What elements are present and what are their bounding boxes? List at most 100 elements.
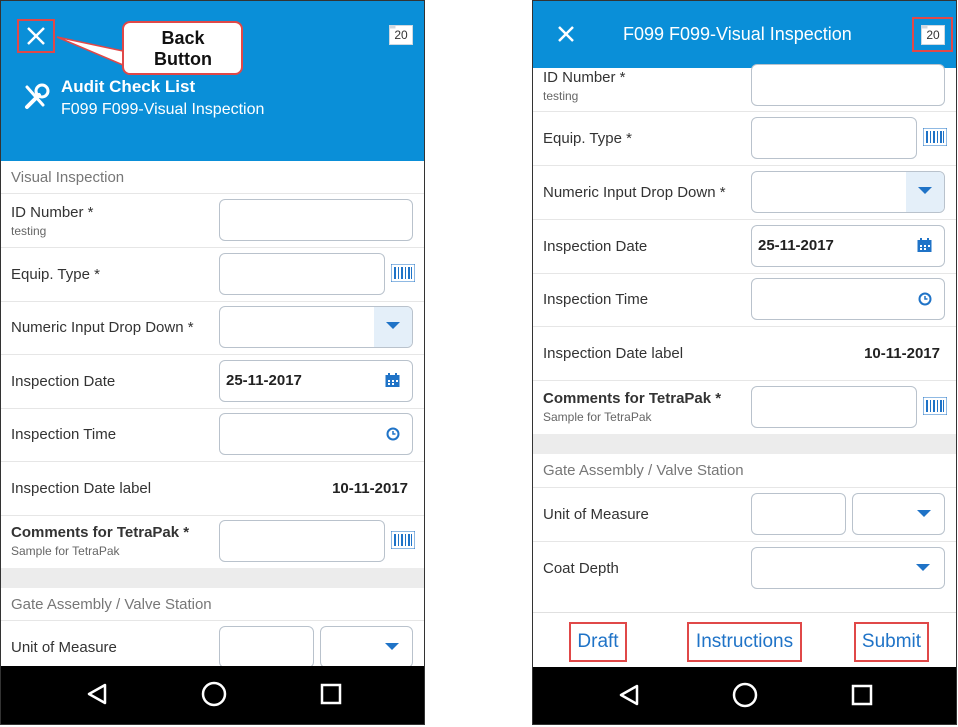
- draft-highlight: [569, 622, 627, 662]
- inspection-date-input[interactable]: 25-11-2017: [751, 225, 945, 267]
- clock-icon[interactable]: [386, 427, 400, 441]
- inspection-date-label-label: Inspection Date label: [11, 480, 152, 497]
- row-comments: Comments for TetraPak * Sample for Tetra…: [1, 515, 424, 568]
- android-nav-bar: [533, 667, 956, 724]
- section-title: Gate Assembly / Valve Station: [543, 462, 744, 479]
- row-inspection-date: Inspection Date 25-11-2017: [533, 220, 956, 274]
- inspection-date-label: Inspection Date: [543, 238, 648, 255]
- back-nav-icon[interactable]: [85, 682, 109, 706]
- numeric-dropdown-label: Numeric Input Drop Down *: [11, 319, 194, 336]
- equip-type-input[interactable]: [751, 117, 917, 159]
- inspection-date-input[interactable]: 25-11-2017: [219, 360, 413, 402]
- action-bar: Draft Instructions Submit: [533, 612, 956, 670]
- id-number-sub: testing: [11, 224, 47, 238]
- comments-sub: Sample for TetraPak: [11, 544, 120, 558]
- row-id-number: ID Number * testing: [533, 64, 956, 112]
- inspection-date-value: 25-11-2017: [758, 237, 834, 254]
- dropdown-arrow-icon: [917, 510, 931, 517]
- row-numeric-dropdown: Numeric Input Drop Down *: [533, 166, 956, 220]
- barcode-icon[interactable]: [923, 128, 947, 146]
- comments-input[interactable]: [751, 386, 917, 428]
- row-inspection-time: Inspection Time: [1, 408, 424, 462]
- barcode-icon[interactable]: [391, 264, 415, 282]
- clock-icon[interactable]: [918, 292, 932, 306]
- row-equip-type: Equip. Type *: [1, 248, 424, 302]
- inspection-time-label: Inspection Time: [11, 426, 117, 443]
- numeric-dropdown-label: Numeric Input Drop Down *: [543, 184, 726, 201]
- comments-label: Comments for TetraPak *: [543, 390, 722, 407]
- recents-nav-icon[interactable]: [851, 684, 873, 706]
- unit-of-measure-input[interactable]: [219, 626, 314, 668]
- unit-of-measure-label: Unit of Measure: [11, 639, 117, 656]
- comments-label: Comments for TetraPak *: [11, 524, 190, 541]
- id-number-label: ID Number *: [543, 69, 626, 86]
- back-nav-icon[interactable]: [617, 683, 641, 707]
- equip-type-label: Equip. Type *: [543, 130, 632, 147]
- inspection-date-label: Inspection Date: [11, 373, 116, 390]
- instructions-highlight: [687, 622, 802, 662]
- section-separator: [533, 434, 956, 454]
- badge-count: 20: [394, 28, 408, 42]
- row-numeric-dropdown: Numeric Input Drop Down *: [1, 301, 424, 355]
- comments-sub: Sample for TetraPak: [543, 410, 652, 424]
- equip-type-label: Equip. Type *: [11, 266, 100, 283]
- calendar-icon[interactable]: [917, 238, 932, 253]
- back-button-callout: Back Button: [122, 21, 243, 75]
- inspection-date-value: 25-11-2017: [226, 372, 302, 389]
- folder-badge[interactable]: 20: [389, 25, 413, 45]
- section-visual-inspection: Visual Inspection: [1, 161, 424, 194]
- recents-nav-icon[interactable]: [320, 683, 342, 705]
- id-number-input[interactable]: [751, 64, 945, 106]
- unit-of-measure-select[interactable]: [320, 626, 413, 668]
- numeric-dropdown-select[interactable]: [219, 306, 413, 348]
- dropdown-arrow-icon: [916, 564, 930, 571]
- callout-text: Back Button: [154, 28, 212, 69]
- coat-depth-label: Coat Depth: [543, 560, 619, 577]
- row-unit-of-measure: Unit of Measure: [533, 488, 956, 542]
- unit-of-measure-select[interactable]: [852, 493, 945, 535]
- wrench-icon: [25, 83, 50, 109]
- dropdown-arrow-icon: [386, 322, 400, 329]
- inspection-time-input[interactable]: [751, 278, 945, 320]
- dropdown-button[interactable]: [906, 172, 944, 212]
- dropdown-button[interactable]: [374, 307, 412, 347]
- id-number-sub: testing: [543, 89, 579, 103]
- close-highlight: [17, 19, 55, 53]
- row-unit-of-measure: Unit of Measure: [1, 621, 424, 671]
- id-number-input[interactable]: [219, 199, 413, 241]
- inspection-date-label-value: 10-11-2017: [864, 345, 940, 362]
- numeric-dropdown-select[interactable]: [751, 171, 945, 213]
- inspection-time-label: Inspection Time: [543, 291, 649, 308]
- comments-input[interactable]: [219, 520, 385, 562]
- close-button[interactable]: [547, 18, 585, 52]
- home-nav-icon[interactable]: [200, 680, 228, 708]
- unit-of-measure-label: Unit of Measure: [543, 506, 649, 523]
- row-inspection-date: Inspection Date 25-11-2017: [1, 355, 424, 409]
- submit-highlight: [854, 622, 929, 662]
- coat-depth-select[interactable]: [751, 547, 945, 589]
- row-inspection-time: Inspection Time: [533, 273, 956, 327]
- dropdown-arrow-icon: [918, 187, 932, 194]
- header-title: F099 F099-Visual Inspection: [623, 24, 852, 44]
- row-coat-depth: Coat Depth: [533, 542, 956, 595]
- header-title: Audit Check List: [61, 77, 196, 96]
- inspection-time-input[interactable]: [219, 413, 413, 455]
- barcode-icon[interactable]: [391, 531, 415, 549]
- header-subtitle: F099 F099-Visual Inspection: [61, 101, 265, 118]
- phone-screen-right: F099 F099-Visual Inspection 20 ID Number…: [532, 0, 957, 725]
- close-icon: [558, 26, 574, 42]
- row-comments: Comments for TetraPak * Sample for Tetra…: [533, 381, 956, 434]
- equip-type-input[interactable]: [219, 253, 385, 295]
- unit-of-measure-input[interactable]: [751, 493, 846, 535]
- dropdown-arrow-icon: [385, 643, 399, 650]
- phone-screen-left: Back Button 20 Audit Check List F099 F09…: [0, 0, 425, 725]
- home-nav-icon[interactable]: [731, 681, 759, 709]
- inspection-date-label-label: Inspection Date label: [543, 345, 684, 362]
- badge-highlight: [912, 17, 953, 52]
- inspection-date-label-value: 10-11-2017: [332, 480, 408, 497]
- barcode-icon[interactable]: [923, 397, 947, 415]
- calendar-icon[interactable]: [385, 373, 400, 388]
- row-equip-type: Equip. Type *: [533, 112, 956, 166]
- section-gate-assembly: Gate Assembly / Valve Station: [1, 588, 424, 621]
- section-title: Gate Assembly / Valve Station: [11, 596, 212, 613]
